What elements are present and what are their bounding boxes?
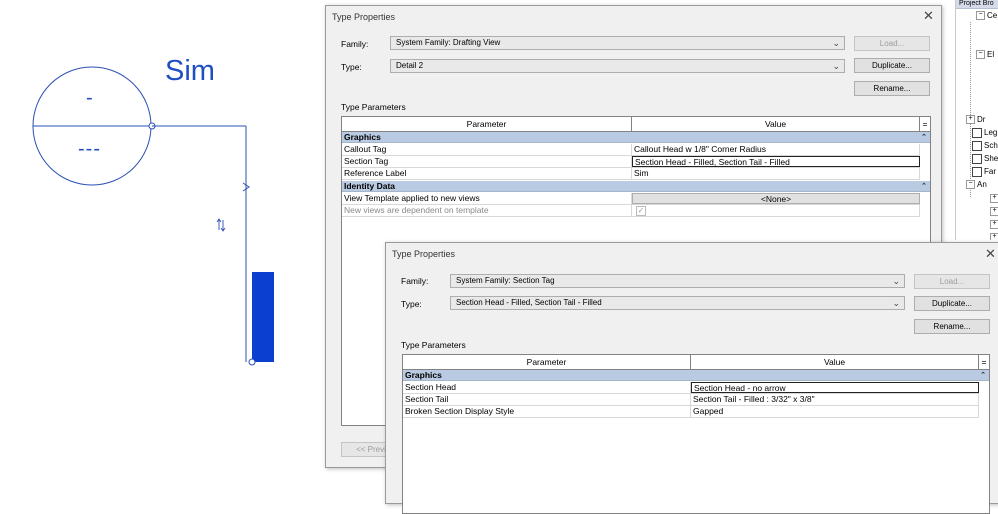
dialog-title: Type Properties <box>392 249 456 259</box>
column-header-extra[interactable]: = <box>979 355 989 369</box>
group-graphics[interactable]: Graphics ⌃ <box>403 370 989 381</box>
parameter-name: New views are dependent on template <box>342 205 632 216</box>
parameter-name: Broken Section Display Style <box>403 406 691 417</box>
browser-subitem[interactable]: + <box>990 194 998 204</box>
table-row[interactable]: Reference Label Sim <box>342 168 920 180</box>
drawing-canvas[interactable]: - --- Sim <box>0 0 325 496</box>
chevron-down-icon: ⌄ <box>832 61 840 71</box>
table-row[interactable]: Section Head Section Head - no arrow <box>403 382 979 394</box>
collapse-icon[interactable]: − <box>966 180 975 190</box>
load-button[interactable]: Load... <box>914 274 990 289</box>
expand-icon[interactable]: + <box>966 115 975 125</box>
family-icon <box>972 167 982 177</box>
expand-icon[interactable]: + <box>990 220 998 230</box>
parameter-value-selected[interactable]: Section Head - Filled, Section Tail - Fi… <box>632 156 920 167</box>
family-select[interactable]: System Family: Section Tag ⌄ <box>450 274 905 288</box>
duplicate-button[interactable]: Duplicate... <box>914 296 990 311</box>
column-header-parameter[interactable]: Parameter <box>342 117 632 131</box>
collapse-icon[interactable]: − <box>976 11 985 21</box>
type-parameters-label: Type Parameters <box>341 102 406 112</box>
view-template-button[interactable]: <None> <box>632 193 920 204</box>
browser-subitem[interactable]: + <box>990 233 998 240</box>
group-graphics[interactable]: Graphics ⌃ <box>342 132 930 143</box>
parameter-value: ✓ <box>632 205 920 216</box>
expand-icon[interactable]: + <box>990 194 998 204</box>
chevron-down-icon: ⌄ <box>892 276 900 286</box>
table-row[interactable]: Callout Tag Callout Head w 1/8" Corner R… <box>342 144 920 156</box>
column-header-value[interactable]: Value <box>691 355 979 369</box>
parameter-value-selected[interactable]: Section Head - no arrow <box>691 382 979 393</box>
close-icon[interactable]: ✕ <box>985 247 996 260</box>
checkbox-icon: ✓ <box>636 206 646 216</box>
table-row[interactable]: Section Tail Section Tail - Filled : 3/3… <box>403 394 979 406</box>
section-number-text: - <box>86 87 93 109</box>
type-properties-dialog-section-tag[interactable]: Type Properties ✕ Family: System Family:… <box>385 242 998 514</box>
parameter-name: Reference Label <box>342 168 632 179</box>
collapse-icon[interactable]: − <box>976 50 985 60</box>
table-header: Parameter Value = <box>342 117 930 132</box>
chevron-down-icon: ⌄ <box>832 38 840 48</box>
rename-button[interactable]: Rename... <box>854 81 930 96</box>
type-select[interactable]: Detail 2 ⌄ <box>390 59 845 73</box>
table-row[interactable]: Section Tag Section Head - Filled, Secti… <box>342 156 920 168</box>
parameter-value[interactable]: Sim <box>632 168 920 179</box>
group-identity-data[interactable]: Identity Data ⌃ <box>342 181 930 192</box>
project-browser-header: Project Bro <box>956 0 998 9</box>
collapse-group-icon[interactable]: ⌃ <box>921 132 927 143</box>
type-select[interactable]: Section Head - Filled, Section Tail - Fi… <box>450 296 905 310</box>
sim-label: Sim <box>165 55 215 87</box>
family-label: Family: <box>401 276 429 286</box>
table-row[interactable]: Broken Section Display Style Gapped <box>403 406 979 418</box>
browser-item-schedules[interactable]: Sch <box>972 141 998 151</box>
browser-item-families[interactable]: Far <box>972 167 996 177</box>
parameter-value[interactable]: Section Tail - Filled : 3/32" x 3/8" <box>691 394 979 405</box>
expand-icon[interactable]: + <box>990 233 998 240</box>
browser-item-ceilings[interactable]: − Ce <box>976 11 997 21</box>
column-header-value[interactable]: Value <box>632 117 920 131</box>
column-header-extra[interactable]: = <box>920 117 930 131</box>
dialog-title: Type Properties <box>332 12 396 22</box>
browser-item-annotation[interactable]: − An <box>966 180 987 190</box>
type-label: Type: <box>401 299 422 309</box>
family-select[interactable]: System Family: Drafting View ⌄ <box>390 36 845 50</box>
browser-item-sheets[interactable]: She <box>972 154 998 164</box>
collapse-group-icon[interactable]: ⌃ <box>921 181 927 192</box>
expand-icon[interactable]: + <box>990 207 998 217</box>
legend-icon <box>972 128 982 138</box>
section-callout-graphic <box>32 66 274 366</box>
browser-subitem[interactable]: + <box>990 207 998 217</box>
parameter-name: Callout Tag <box>342 144 632 155</box>
type-label: Type: <box>341 62 362 72</box>
rename-button[interactable]: Rename... <box>914 319 990 334</box>
parameter-name: Section Tail <box>403 394 691 405</box>
chevron-down-icon: ⌄ <box>892 298 900 308</box>
duplicate-button[interactable]: Duplicate... <box>854 58 930 73</box>
browser-item-elevations[interactable]: − El <box>976 50 994 60</box>
table-row[interactable]: New views are dependent on template ✓ <box>342 205 920 217</box>
parameter-value[interactable]: Gapped <box>691 406 979 417</box>
load-button[interactable]: Load... <box>854 36 930 51</box>
table-row[interactable]: View Template applied to new views <None… <box>342 193 920 205</box>
close-icon[interactable]: ✕ <box>923 9 934 22</box>
sheet-number-text: --- <box>78 138 101 160</box>
parameter-name: View Template applied to new views <box>342 193 632 204</box>
table-header: Parameter Value = <box>403 355 989 370</box>
column-header-parameter[interactable]: Parameter <box>403 355 691 369</box>
browser-item-legends[interactable]: Leg <box>972 128 997 138</box>
parameter-value[interactable]: Callout Head w 1/8" Corner Radius <box>632 144 920 155</box>
parameter-name: Section Head <box>403 382 691 393</box>
sheet-icon <box>972 154 982 164</box>
collapse-group-icon[interactable]: ⌃ <box>980 370 986 381</box>
type-parameters-label: Type Parameters <box>401 340 466 350</box>
project-browser[interactable]: Project Bro − Ce − El + Dr Leg Sch She Far … <box>955 0 998 240</box>
parameter-name: Section Tag <box>342 156 632 167</box>
family-label: Family: <box>341 39 369 49</box>
browser-item-drafting[interactable]: + Dr <box>966 115 985 125</box>
schedule-icon <box>972 141 982 151</box>
browser-subitem[interactable]: + <box>990 220 998 230</box>
type-parameters-table[interactable]: Parameter Value = Graphics ⌃ Section Head… <box>402 354 990 514</box>
